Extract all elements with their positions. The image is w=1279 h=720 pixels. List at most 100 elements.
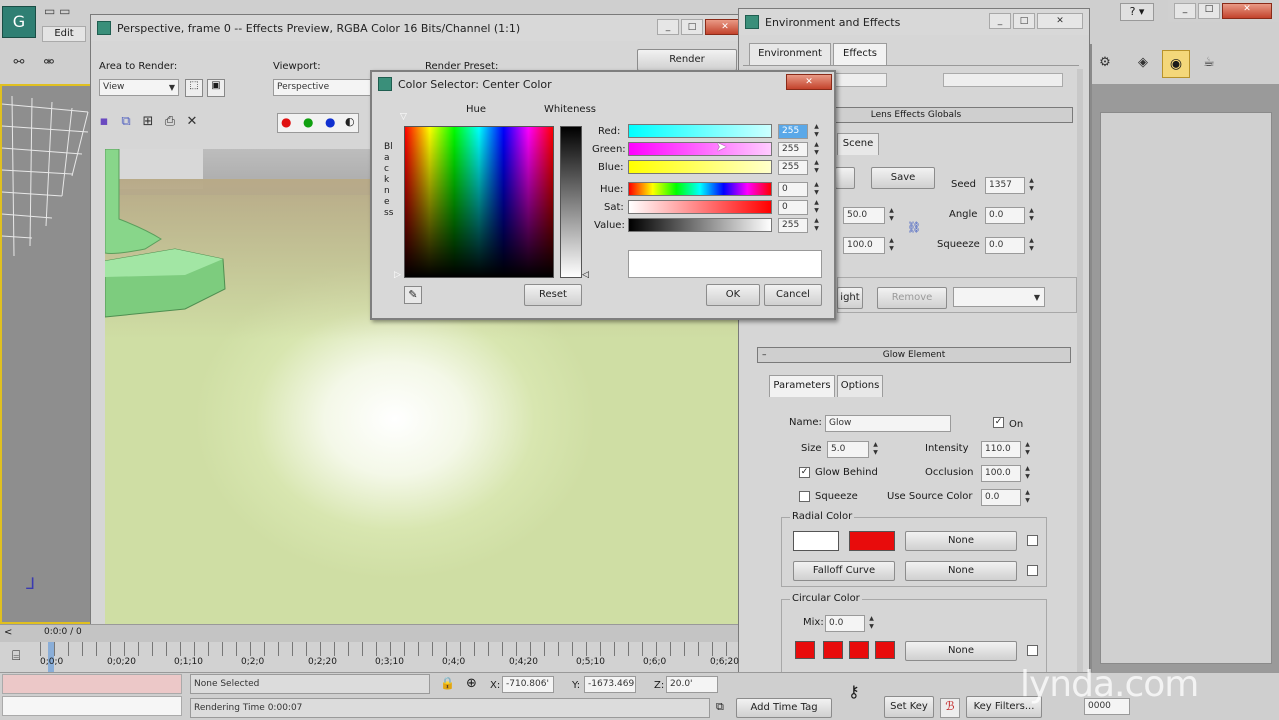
cancel-button[interactable]: Cancel — [764, 284, 822, 306]
menu-edit[interactable]: Edit — [42, 26, 86, 42]
value-field[interactable]: 255 — [778, 218, 808, 233]
preview-maximize-button[interactable]: □ — [681, 19, 703, 35]
whiteness-slider-icon[interactable]: ◁ — [582, 270, 589, 280]
env-minimize-button[interactable]: _ — [989, 13, 1011, 29]
unlink-icon[interactable]: ⚮ — [40, 54, 58, 72]
edit-region-icon[interactable]: ⬚ — [185, 79, 203, 97]
radial-map-button[interactable]: None — [905, 531, 1017, 551]
help-icon[interactable]: ? ▾ — [1120, 3, 1154, 21]
sat-spinner[interactable]: ▲ ▼ — [812, 199, 821, 216]
set-key-button[interactable]: Set Key — [884, 696, 934, 718]
mix-spinner[interactable]: ▲ ▼ — [867, 615, 876, 632]
circular-color-swatch-2[interactable] — [823, 641, 843, 659]
hue-field[interactable]: 0 — [778, 182, 808, 197]
reset-button[interactable]: Reset — [524, 284, 582, 306]
circular-color-swatch-4[interactable] — [875, 641, 895, 659]
app-logo-icon[interactable]: G — [2, 6, 36, 38]
red-slider[interactable] — [628, 124, 772, 138]
lock-icon[interactable]: ⛓ — [907, 221, 921, 234]
remove-light-button[interactable]: Remove — [877, 287, 947, 309]
copy-image-icon[interactable]: ⧉ — [117, 113, 135, 131]
color-selector-titlebar[interactable]: Color Selector: Center Color — [372, 72, 834, 96]
preview-titlebar[interactable]: Perspective, frame 0 -- Effects Preview,… — [91, 15, 749, 41]
auto-key-icon[interactable]: ℬ — [940, 698, 960, 718]
circular-map-checkbox[interactable] — [1027, 645, 1038, 656]
right-viewport[interactable] — [1092, 84, 1279, 674]
env-maximize-button[interactable]: □ — [1013, 13, 1035, 29]
viewport-select[interactable]: Perspective — [273, 79, 373, 96]
save-button[interactable]: Save — [871, 167, 935, 189]
time-tag-icon[interactable]: ⧉ — [716, 700, 724, 714]
circular-color-swatch-1[interactable] — [795, 641, 815, 659]
value-spinner[interactable]: ▲ ▼ — [812, 217, 821, 234]
print-image-icon[interactable]: ⎙ — [161, 113, 179, 131]
occlusion-field[interactable]: 100.0 — [981, 465, 1021, 482]
mix-field[interactable]: 0.0 — [825, 615, 865, 632]
key-icon[interactable]: ⚷ — [848, 682, 860, 701]
color-selector-close-button[interactable]: ✕ — [786, 74, 832, 90]
glow-behind-checkbox[interactable]: ✓ — [799, 467, 810, 478]
on-checkbox[interactable]: ✓ — [993, 417, 1004, 428]
area-to-render-select[interactable]: View ▼ — [99, 79, 179, 96]
use-source-spinner[interactable]: ▲ ▼ — [1023, 489, 1032, 506]
load-button[interactable] — [835, 167, 855, 189]
lights-dropdown[interactable]: ▼ — [953, 287, 1045, 307]
blue-field[interactable]: 255 — [778, 160, 808, 175]
radial-color-red-swatch[interactable] — [849, 531, 895, 551]
green-field[interactable]: 255 — [778, 142, 808, 157]
radial-color-white-swatch[interactable] — [793, 531, 839, 551]
add-time-tag-button[interactable]: Add Time Tag — [736, 698, 832, 718]
auto-region-icon[interactable]: ▣ — [207, 79, 225, 97]
teapot-icon[interactable]: ☕ — [1200, 54, 1218, 72]
y-field[interactable]: -1673.469' — [584, 676, 636, 693]
alpha-channel-toggle[interactable]: ◐ — [345, 115, 355, 128]
render-frame-icon[interactable]: ◈ — [1134, 54, 1152, 72]
link-icon[interactable]: ⚯ — [10, 54, 28, 72]
pick-light-button[interactable]: ight — [837, 287, 863, 309]
red-channel-toggle[interactable]: ● — [281, 115, 291, 129]
sat-slider[interactable] — [628, 200, 772, 214]
size-field-b[interactable]: 100.0 — [843, 237, 885, 254]
hue-blackness-field[interactable] — [404, 126, 554, 278]
app-minimize-button[interactable]: _ — [1174, 3, 1196, 19]
use-source-color-field[interactable]: 0.0 — [981, 489, 1021, 506]
transform-type-in-icon[interactable]: ⊕ — [466, 676, 477, 691]
red-spinner[interactable]: ▲ ▼ — [812, 123, 821, 140]
size-field-a[interactable]: 50.0 — [843, 207, 885, 224]
env-scrollbar[interactable] — [1077, 69, 1083, 681]
falloff-curve-button[interactable]: Falloff Curve — [793, 561, 895, 581]
clear-icon[interactable]: ✕ — [183, 113, 201, 131]
red-field[interactable]: 255 — [778, 124, 808, 139]
occlusion-spinner[interactable]: ▲ ▼ — [1023, 465, 1032, 482]
name-field[interactable]: Glow — [825, 415, 951, 432]
squeeze-checkbox[interactable] — [799, 491, 810, 502]
tab-environment[interactable]: Environment — [749, 43, 831, 65]
save-image-icon[interactable]: ▪ — [95, 113, 113, 131]
falloff-map-button[interactable]: None — [905, 561, 1017, 581]
app-restore-button[interactable]: □ — [1198, 3, 1220, 19]
render-production-icon[interactable]: ◉ — [1162, 50, 1190, 78]
green-channel-toggle[interactable]: ● — [303, 115, 313, 129]
intensity-field[interactable]: 110.0 — [981, 441, 1021, 458]
hue-marker-icon[interactable]: ▽ — [400, 112, 407, 122]
eyedropper-icon[interactable]: ✎ — [404, 286, 422, 304]
tab-options[interactable]: Options — [837, 375, 883, 397]
lock-selection-icon[interactable]: 🔒 — [440, 676, 455, 690]
size-a-spinner[interactable]: ▲ ▼ — [887, 207, 896, 224]
size-b-spinner[interactable]: ▲ ▼ — [887, 237, 896, 254]
blackness-slider-icon[interactable]: ▷ — [394, 270, 401, 280]
circular-color-swatch-3[interactable] — [849, 641, 869, 659]
green-spinner[interactable]: ▲ ▼ — [812, 141, 821, 158]
tab-effects[interactable]: Effects — [833, 43, 887, 65]
green-slider[interactable] — [628, 142, 772, 156]
blue-channel-toggle[interactable]: ● — [325, 115, 335, 129]
time-slider-arrow-icon[interactable]: < — [4, 627, 12, 638]
blue-slider[interactable] — [628, 160, 772, 174]
clone-window-icon[interactable]: ⊞ — [139, 113, 157, 131]
radial-map-checkbox[interactable] — [1027, 535, 1038, 546]
app-close-button[interactable]: ✕ — [1222, 3, 1272, 19]
seed-spinner[interactable]: ▲ ▼ — [1027, 177, 1036, 194]
squeeze-spinner[interactable]: ▲ ▼ — [1027, 237, 1036, 254]
maxscript-listener[interactable] — [2, 674, 182, 694]
angle-field[interactable]: 0.0 — [985, 207, 1025, 224]
